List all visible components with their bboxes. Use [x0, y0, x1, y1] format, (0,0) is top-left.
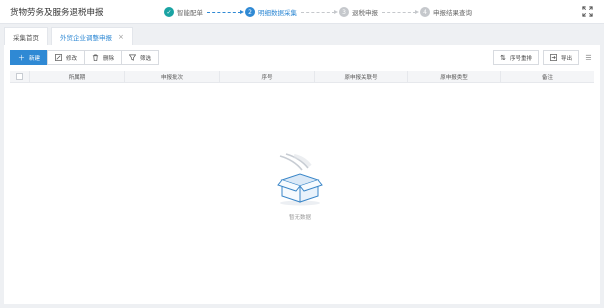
app-title: 货物劳务及服务退税申报 [10, 8, 104, 18]
trash-icon [92, 54, 99, 61]
tab-home-label: 采集首页 [13, 33, 39, 42]
step-2-number: 2 [245, 7, 255, 17]
app-frame: 货物劳务及服务退税申报 ✓ 智能配单 2 明细数据采集 3 退税申报 4 申报结… [0, 0, 604, 308]
tab-adjust-declare[interactable]: 外贸企业调整申报 × [51, 27, 133, 45]
reorder-button[interactable]: ⇅ 序号重排 [493, 50, 539, 65]
top-bar: 货物劳务及服务退税申报 ✓ 智能配单 2 明细数据采集 3 退税申报 4 申报结… [0, 0, 604, 24]
empty-box-icon [277, 153, 323, 206]
step-4-label: 申报结果查询 [433, 9, 472, 17]
step-4-number: 4 [420, 7, 430, 17]
col-seq[interactable]: 序号 [220, 71, 315, 82]
step-2-label: 明细数据采集 [258, 9, 297, 17]
step-arrow [301, 9, 338, 14]
step-3-label: 退税申报 [352, 9, 378, 17]
empty-text: 暂无数据 [288, 215, 311, 221]
toolbar: ＋ 新建 修改 删除 筛选 [10, 50, 160, 65]
step-arrow [382, 9, 419, 14]
step-1-label: 智能配单 [177, 9, 203, 17]
step-4[interactable]: 4 申报结果查询 [420, 7, 472, 17]
col-remarks[interactable]: 备注 [501, 71, 594, 82]
tab-bar: 采集首页 外贸企业调整申报 × [4, 27, 133, 45]
check-icon: ✓ [164, 7, 174, 17]
col-period[interactable]: 所属期 [30, 71, 125, 82]
empty-state: 暂无数据 [270, 150, 330, 221]
tab-adjust-label: 外贸企业调整申报 [60, 33, 112, 42]
export-icon [550, 54, 557, 61]
fullscreen-icon[interactable] [582, 6, 593, 17]
select-all-cell [10, 71, 30, 82]
select-all-checkbox[interactable] [16, 73, 23, 80]
col-orig-type[interactable]: 原申报类型 [408, 71, 501, 82]
edit-icon [55, 54, 62, 61]
step-arrow [207, 9, 244, 14]
delete-button[interactable]: 删除 [84, 50, 123, 65]
tab-home[interactable]: 采集首页 [4, 27, 48, 45]
plus-icon: ＋ [18, 53, 25, 62]
new-button[interactable]: ＋ 新建 [10, 50, 49, 65]
step-2[interactable]: 2 明细数据采集 [245, 7, 297, 17]
step-1[interactable]: ✓ 智能配单 [164, 7, 203, 17]
table-header: 所属期 申报批次 序号 原申报关联号 原申报类型 备注 [10, 71, 594, 83]
step-wizard: ✓ 智能配单 2 明细数据采集 3 退税申报 4 申报结果查询 [164, 5, 472, 19]
filter-button[interactable]: 筛选 [121, 50, 160, 65]
column-settings-icon[interactable]: ☰ [583, 50, 594, 65]
step-3-number: 3 [339, 7, 349, 17]
step-3[interactable]: 3 退税申报 [339, 7, 378, 17]
col-batch[interactable]: 申报批次 [125, 71, 220, 82]
edit-button[interactable]: 修改 [47, 50, 86, 65]
sort-icon: ⇅ [500, 53, 506, 62]
col-orig-ref[interactable]: 原申报关联号 [315, 71, 408, 82]
export-button[interactable]: 导出 [542, 50, 579, 65]
close-icon[interactable]: × [118, 33, 124, 41]
filter-icon [129, 54, 137, 61]
toolbar-right: ⇅ 序号重排 导出 ☰ [489, 50, 594, 65]
content-panel: ＋ 新建 修改 删除 筛选 ⇅ 序号重排 导出 ☰ 所属期 申报批次 序号 原申… [4, 45, 600, 304]
